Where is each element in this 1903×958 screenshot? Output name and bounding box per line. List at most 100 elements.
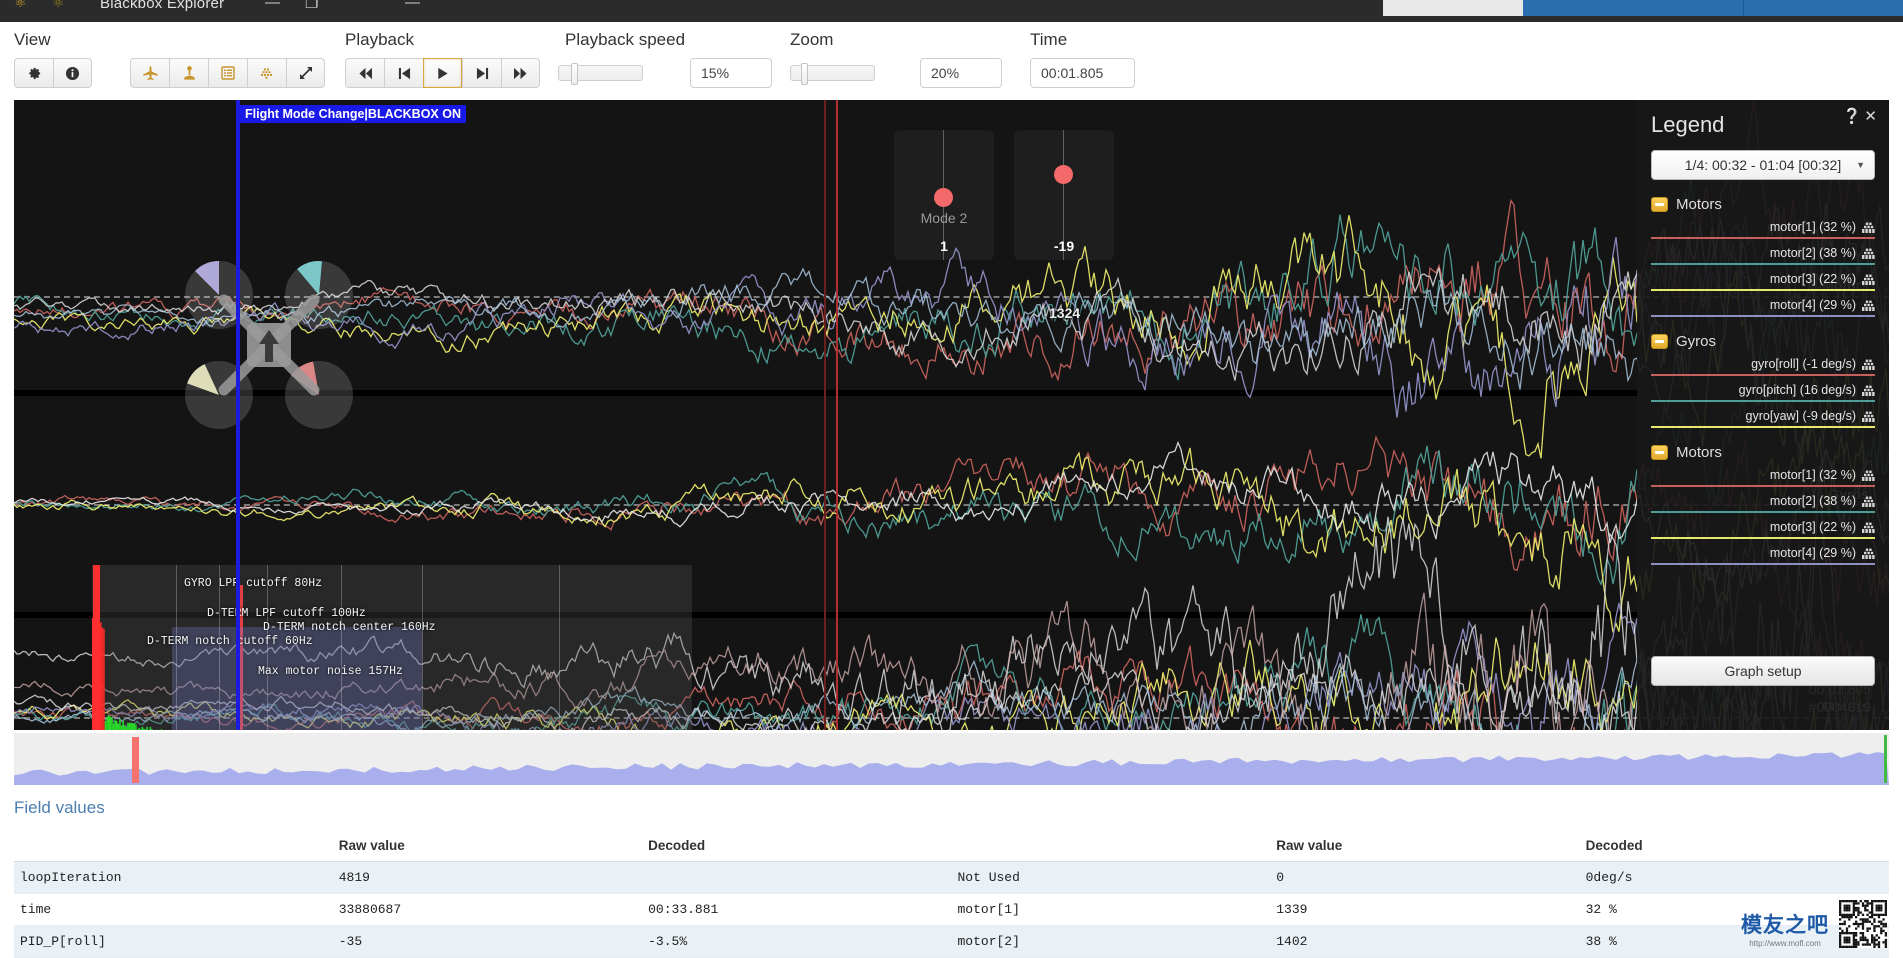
watermark: 模友之吧 http://www.mofl.com (1741, 900, 1887, 948)
jump-end-button[interactable] (501, 58, 540, 88)
cell-decoded: 00:33.881 (642, 894, 951, 926)
field-bars-icon[interactable] (1862, 300, 1875, 311)
table-header-row: Raw value Decoded (952, 830, 1890, 862)
spectrum-bar (111, 718, 113, 730)
step-back-button[interactable] (384, 58, 423, 88)
spectrum-bar (106, 717, 108, 730)
playback-speed-knob[interactable] (571, 63, 578, 85)
zoom-value[interactable]: 20% (920, 58, 1002, 88)
playback-speed-value[interactable]: 15% (690, 58, 772, 88)
spectrum-bar (161, 729, 163, 730)
legend-field-label: motor[3] (22 %) (1770, 520, 1856, 534)
seek-bar[interactable] (14, 733, 1889, 785)
field-bars-icon[interactable] (1862, 522, 1875, 533)
zoom-slider[interactable] (790, 58, 875, 88)
cell-field: motor[1] (952, 894, 1271, 926)
legend-field[interactable]: motor[3] (22 %) (1651, 272, 1875, 291)
window-right-toolbar (1383, 0, 1903, 16)
field-bars-icon[interactable] (1862, 470, 1875, 481)
close-icon[interactable]: ✕ (1864, 109, 1877, 124)
analyser-view-button[interactable] (247, 58, 286, 88)
step-back-icon (397, 67, 412, 80)
spectrum-bar (127, 723, 129, 730)
field-bars-icon[interactable] (1862, 385, 1875, 396)
toolbar-segment-blue-2[interactable] (1743, 0, 1903, 16)
log-view-button[interactable] (208, 58, 247, 88)
field-bars-icon[interactable] (1862, 548, 1875, 559)
window-minimize-button[interactable]: — (265, 0, 280, 11)
craft-view-button[interactable] (130, 58, 169, 88)
field-bars-icon[interactable] (1862, 222, 1875, 233)
legend-range-select[interactable]: 1/4: 00:32 - 01:04 [00:32] ▼ (1651, 150, 1875, 180)
spectrum-annotation-notch-center: D-TERM notch center 160Hz (263, 621, 436, 634)
minus-box-icon[interactable] (1651, 197, 1668, 212)
info-icon (65, 66, 80, 81)
legend-field[interactable]: gyro[yaw] (-9 deg/s) (1651, 409, 1875, 428)
legend-range-value: 1/4: 00:32 - 01:04 [00:32] (1685, 157, 1841, 173)
info-button[interactable] (53, 58, 92, 88)
legend-field-label: motor[4] (29 %) (1770, 298, 1856, 312)
jump-start-button[interactable] (345, 58, 384, 88)
fullscreen-button[interactable] (286, 58, 325, 88)
field-bars-icon[interactable] (1862, 248, 1875, 259)
playback-speed-track[interactable] (558, 65, 643, 81)
seek-cursor[interactable] (132, 737, 139, 783)
legend-field-color-line (1651, 289, 1875, 291)
zoom-knob[interactable] (801, 63, 808, 85)
time-value[interactable]: 00:01.805 (1030, 58, 1135, 88)
column-header-field (14, 830, 333, 862)
field-values-title: Field values (14, 798, 105, 818)
toolbar-group-label-zoom: Zoom (790, 30, 833, 50)
help-icon[interactable]: ❔ (1843, 109, 1862, 124)
spectrum-bar (114, 720, 116, 730)
legend-field[interactable]: motor[2] (38 %) (1651, 246, 1875, 265)
activity-graph (14, 733, 1889, 785)
legend-field[interactable]: gyro[roll] (-1 deg/s) (1651, 357, 1875, 376)
cell-field: PID_P[roll] (14, 926, 333, 958)
spectrum-bar (150, 727, 152, 730)
zoom-track[interactable] (790, 65, 875, 81)
play-button[interactable] (423, 58, 462, 88)
field-bars-icon[interactable] (1862, 411, 1875, 422)
window-close-button[interactable]: — (405, 0, 420, 11)
spectrum-bar (146, 727, 148, 730)
cell-decoded: -3.5% (642, 926, 951, 958)
legend-field[interactable]: motor[1] (32 %) (1651, 220, 1875, 239)
playback-cursor-line[interactable] (836, 100, 838, 730)
craft-overlay (169, 250, 369, 430)
legend-field-color-line (1651, 237, 1875, 239)
column-header-decoded: Decoded (642, 830, 951, 862)
legend-field[interactable]: motor[3] (22 %) (1651, 520, 1875, 539)
graph-canvas[interactable]: GYRO LPF cutoff 80Hz D-TERM LPF cutoff 1… (14, 100, 1889, 730)
graph-setup-button[interactable]: Graph setup (1651, 656, 1875, 686)
legend-field[interactable]: motor[2] (38 %) (1651, 494, 1875, 513)
toolbar-segment-blue-1[interactable] (1523, 0, 1743, 16)
settings-button[interactable] (14, 58, 53, 88)
toolbar-segment-light[interactable] (1383, 0, 1523, 16)
legend-field[interactable]: motor[4] (29 %) (1651, 298, 1875, 317)
spectrum-bar (151, 729, 153, 730)
step-forward-icon (475, 67, 490, 80)
minus-box-icon[interactable] (1651, 334, 1668, 349)
field-bars-icon[interactable] (1862, 359, 1875, 370)
window-maximize-button[interactable]: ❐ (305, 0, 318, 12)
sticks-view-button[interactable] (169, 58, 208, 88)
spectrum-guide-4 (341, 565, 342, 730)
legend-field[interactable]: motor[4] (29 %) (1651, 546, 1875, 565)
legend-title: Legend (1651, 112, 1875, 138)
step-forward-button[interactable] (462, 58, 501, 88)
legend-field-color-line (1651, 426, 1875, 428)
stick-mode-label: Mode 2 (894, 210, 994, 226)
field-bars-icon[interactable] (1862, 496, 1875, 507)
spectrum-bar (110, 717, 112, 730)
playback-speed-slider[interactable] (558, 58, 643, 88)
legend-field[interactable]: gyro[pitch] (16 deg/s) (1651, 383, 1875, 402)
chevron-down-icon[interactable]: ▼ (1856, 160, 1865, 170)
legend-field[interactable]: motor[1] (32 %) (1651, 468, 1875, 487)
stick-dot-left (934, 188, 953, 207)
spectrum-bar (143, 729, 145, 730)
field-values-tables: Raw value Decoded loopIteration4819time3… (14, 830, 1889, 958)
field-bars-icon[interactable] (1862, 274, 1875, 285)
minus-box-icon[interactable] (1651, 445, 1668, 460)
spectrum-bar (138, 728, 140, 730)
